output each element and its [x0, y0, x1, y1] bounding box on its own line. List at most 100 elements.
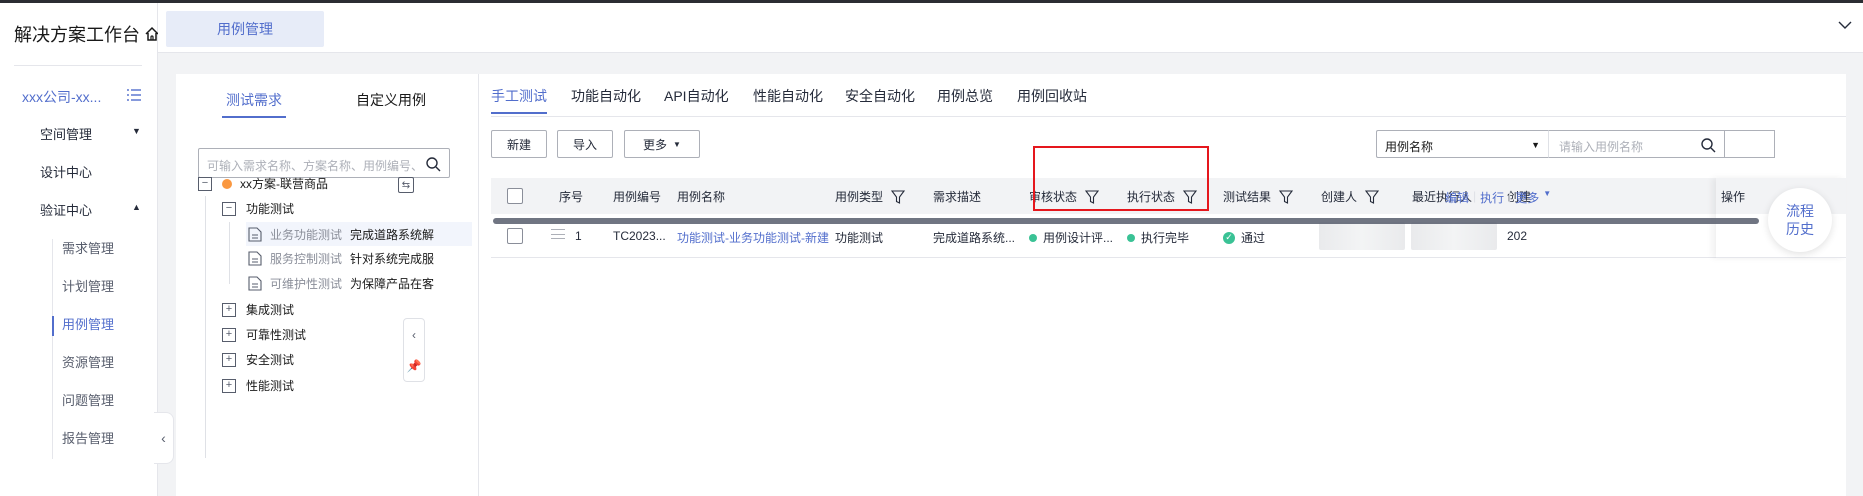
switch-icon[interactable]: ⇆: [398, 177, 414, 193]
filter-icon[interactable]: [1279, 189, 1294, 204]
more-button[interactable]: 更多 ▼: [624, 130, 700, 158]
filter-icon[interactable]: [1183, 189, 1198, 204]
collapse-icon[interactable]: −: [222, 201, 236, 216]
sidebar-collapse-button[interactable]: ‹: [154, 412, 174, 464]
sidebar-item-reports[interactable]: 报告管理: [62, 428, 114, 447]
chevron-left-icon[interactable]: ‹: [412, 328, 416, 342]
sidebar-item-space[interactable]: 空间管理: [40, 124, 92, 143]
tree-leaf-maintain[interactable]: 可维护性测试 为保障产品在客: [248, 275, 434, 292]
tree-leaf-desc: 为保障产品在客: [350, 277, 435, 291]
column-test-result[interactable]: 测试结果: [1223, 188, 1294, 205]
select-all-checkbox[interactable]: [507, 188, 523, 204]
tab-case-overview[interactable]: 用例总览: [937, 86, 993, 106]
tab-test-requirements[interactable]: 测试需求: [226, 90, 282, 110]
filter-icon[interactable]: [1085, 189, 1100, 204]
execute-link[interactable]: 执行: [1480, 189, 1504, 206]
tabs-divider: [491, 116, 1846, 117]
tree-node-security[interactable]: + 安全测试: [222, 351, 294, 368]
sidebar-item-plans[interactable]: 计划管理: [62, 276, 114, 295]
tab-custom-cases[interactable]: 自定义用例: [356, 90, 426, 110]
column-case-type[interactable]: 用例类型: [835, 188, 906, 205]
row-checkbox[interactable]: [507, 228, 523, 244]
search-field-value: 用例名称: [1385, 140, 1434, 154]
tree-node-functional[interactable]: − 功能测试: [222, 200, 294, 217]
blurred-last-executor: [1411, 222, 1497, 250]
tree-guide-line: [229, 222, 230, 284]
tree-node-label: 安全测试: [246, 353, 295, 367]
edit-link[interactable]: 编辑: [1445, 189, 1469, 206]
list-menu-icon[interactable]: [126, 87, 142, 103]
company-selector[interactable]: xxx公司-xx...: [22, 87, 101, 107]
caret-down-icon[interactable]: ▼: [1543, 189, 1551, 206]
expand-icon[interactable]: +: [222, 378, 236, 393]
sidebar-item-issues[interactable]: 问题管理: [62, 390, 114, 409]
expand-icon[interactable]: +: [222, 352, 236, 367]
tab-security-automation[interactable]: 安全自动化: [845, 86, 915, 106]
expand-icon[interactable]: +: [222, 302, 236, 317]
search-icon[interactable]: [425, 156, 441, 172]
horizontal-scrollbar[interactable]: [493, 218, 1759, 224]
cell-review-status: 用例设计评...: [1029, 229, 1113, 246]
chevron-up-icon[interactable]: ▲: [132, 202, 141, 212]
chevron-down-icon[interactable]: ▼: [132, 126, 141, 136]
tab-case-management[interactable]: 用例管理: [166, 11, 324, 47]
cell-case-name-link[interactable]: 功能测试-业务功能测试-新建: [677, 229, 829, 246]
tree-node-integration[interactable]: + 集成测试: [222, 301, 294, 318]
row-drag-handle[interactable]: [551, 229, 565, 239]
tree-search-input[interactable]: 可输入需求名称、方案名称、用例编号、: [198, 148, 450, 178]
tab-performance-automation[interactable]: 性能自动化: [753, 86, 823, 106]
tab-function-automation[interactable]: 功能自动化: [571, 86, 641, 106]
active-indicator: [52, 316, 54, 336]
tree-leaf-name: 服务控制测试: [270, 252, 343, 266]
top-tab-bar: 用例管理: [158, 3, 1863, 53]
more-actions-link[interactable]: 更多: [1515, 189, 1539, 206]
sidebar-title[interactable]: 解决方案工作台: [14, 21, 160, 47]
caret-down-icon: ▼: [673, 139, 681, 149]
toolbar-extension: [1725, 130, 1775, 158]
pin-icon[interactable]: 📌: [407, 359, 422, 373]
tree-leaf-service[interactable]: 服务控制测试 针对系统完成服: [248, 250, 434, 267]
search-icon[interactable]: [1700, 137, 1716, 153]
tab-case-recycle-bin[interactable]: 用例回收站: [1017, 86, 1087, 106]
expand-icon[interactable]: +: [222, 327, 236, 342]
filter-icon[interactable]: [1365, 189, 1380, 204]
document-icon: [248, 276, 262, 291]
more-button-label: 更多: [643, 137, 668, 152]
case-search-input[interactable]: 请输入用例名称: [1548, 130, 1725, 158]
tree-leaf-name: 可维护性测试: [270, 277, 343, 291]
column-review-status[interactable]: 审核状态: [1029, 188, 1100, 205]
search-field-select[interactable]: 用例名称 ▼: [1376, 130, 1548, 158]
sidebar-item-verify[interactable]: 验证中心: [40, 200, 92, 219]
sidebar-item-cases[interactable]: 用例管理: [62, 314, 114, 333]
status-dot: [1029, 233, 1037, 242]
process-history-button[interactable]: 流程 历史: [1768, 188, 1832, 252]
document-icon: [248, 226, 262, 242]
cell-case-type: 功能测试: [835, 231, 884, 245]
tab-api-automation[interactable]: API自动化: [664, 86, 729, 106]
sidebar-item-design[interactable]: 设计中心: [40, 162, 92, 181]
new-button[interactable]: 新建: [491, 130, 547, 158]
cell-requirement-desc: 完成道路系统...: [933, 231, 1016, 245]
sidebar-item-resources[interactable]: 资源管理: [62, 352, 114, 371]
check-circle-icon: ✓: [1223, 231, 1235, 244]
active-tab-underline: [491, 112, 547, 114]
tree-node-performance[interactable]: + 性能测试: [222, 377, 294, 394]
column-exec-status[interactable]: 执行状态: [1127, 188, 1198, 205]
chevron-down-icon[interactable]: [1837, 17, 1853, 33]
tree-node-label: 可靠性测试: [246, 328, 307, 342]
column-requirement-desc[interactable]: 需求描述: [933, 188, 981, 205]
sidebar-item-requirements[interactable]: 需求管理: [62, 238, 114, 257]
tree-leaf-desc: 针对系统完成服: [350, 252, 435, 266]
panel-split-handle[interactable]: ‹ 📌: [403, 318, 425, 382]
column-creator[interactable]: 创建人: [1321, 188, 1380, 205]
drag-handle-icon[interactable]: [551, 229, 565, 239]
column-case-id[interactable]: 用例编号: [613, 188, 661, 205]
import-button[interactable]: 导入: [557, 130, 613, 158]
column-case-name[interactable]: 用例名称: [677, 188, 725, 205]
tree-node-root[interactable]: − xx方案-联营商品: [198, 175, 328, 192]
tree-node-reliability[interactable]: + 可靠性测试: [222, 326, 306, 343]
collapse-icon[interactable]: −: [198, 176, 212, 191]
filter-icon[interactable]: [891, 189, 906, 204]
tab-manual-test[interactable]: 手工测试: [491, 86, 547, 106]
tree-leaf-business[interactable]: 业务功能测试 完成道路系统解: [246, 222, 472, 246]
